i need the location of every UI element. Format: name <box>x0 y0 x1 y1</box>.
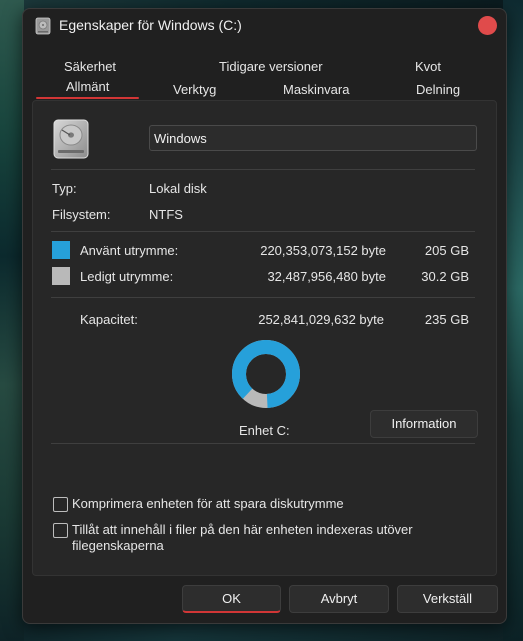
separator <box>51 297 475 298</box>
tab-kvot[interactable]: Kvot <box>415 59 441 74</box>
window-title: Egenskaper för Windows (C:) <box>59 17 242 33</box>
filesystem-label: Filsystem: <box>52 207 111 222</box>
used-space-size: 205 GB <box>424 243 469 258</box>
title-bar[interactable]: Egenskaper för Windows (C:) <box>23 9 506 43</box>
filesystem-value: NTFS <box>149 207 183 222</box>
index-checkbox[interactable] <box>53 523 68 538</box>
used-space-bytes: 220,353,073,152 byte <box>260 243 386 258</box>
tab-maskinvara[interactable]: Maskinvara <box>283 82 349 97</box>
capacity-label: Kapacitet: <box>80 312 138 327</box>
used-space-swatch <box>52 241 70 259</box>
separator <box>51 169 475 170</box>
close-button[interactable] <box>478 16 497 35</box>
index-label-continued[interactable]: filegenskaperna <box>72 538 164 553</box>
used-space-label: Använt utrymme: <box>80 243 179 258</box>
hard-drive-icon <box>53 119 89 159</box>
cancel-button[interactable]: Avbryt <box>289 585 389 613</box>
free-space-label: Ledigt utrymme: <box>80 269 174 284</box>
information-button[interactable]: Information <box>370 410 478 438</box>
compress-label[interactable]: Komprimera enheten för att spara diskutr… <box>72 496 344 511</box>
type-value: Lokal disk <box>149 181 207 196</box>
wallpaper-left <box>0 0 24 641</box>
apply-button[interactable]: Verkställ <box>397 585 498 613</box>
index-label[interactable]: Tillåt att innehåll i filer på den här e… <box>72 522 413 537</box>
tab-sakerhet[interactable]: Säkerhet <box>64 59 116 74</box>
drive-icon <box>35 17 51 35</box>
disk-usage-donut <box>232 340 300 408</box>
tab-delning[interactable]: Delning <box>416 82 460 97</box>
tab-strip: Säkerhet Tidigare versioner Kvot Allmänt… <box>23 53 506 103</box>
tab-tidigare-versioner[interactable]: Tidigare versioner <box>219 59 323 74</box>
type-label: Typ: <box>52 181 77 196</box>
tab-verktyg[interactable]: Verktyg <box>173 82 216 97</box>
compress-checkbox[interactable] <box>53 497 68 512</box>
capacity-bytes: 252,841,029,632 byte <box>258 312 384 327</box>
general-tab-panel: Typ: Lokal disk Filsystem: NTFS Använt u… <box>32 100 497 576</box>
separator <box>51 231 475 232</box>
drive-letter-label: Enhet C: <box>239 423 290 438</box>
capacity-size: 235 GB <box>424 312 469 327</box>
properties-window: Egenskaper för Windows (C:) Säkerhet Tid… <box>22 8 507 624</box>
drive-name-input[interactable] <box>149 125 477 151</box>
free-space-size: 30.2 GB <box>421 269 469 284</box>
free-space-bytes: 32,487,956,480 byte <box>267 269 386 284</box>
separator <box>51 443 475 444</box>
ok-button[interactable]: OK <box>182 585 281 613</box>
free-space-swatch <box>52 267 70 285</box>
tab-allmant[interactable]: Allmänt <box>35 79 140 99</box>
